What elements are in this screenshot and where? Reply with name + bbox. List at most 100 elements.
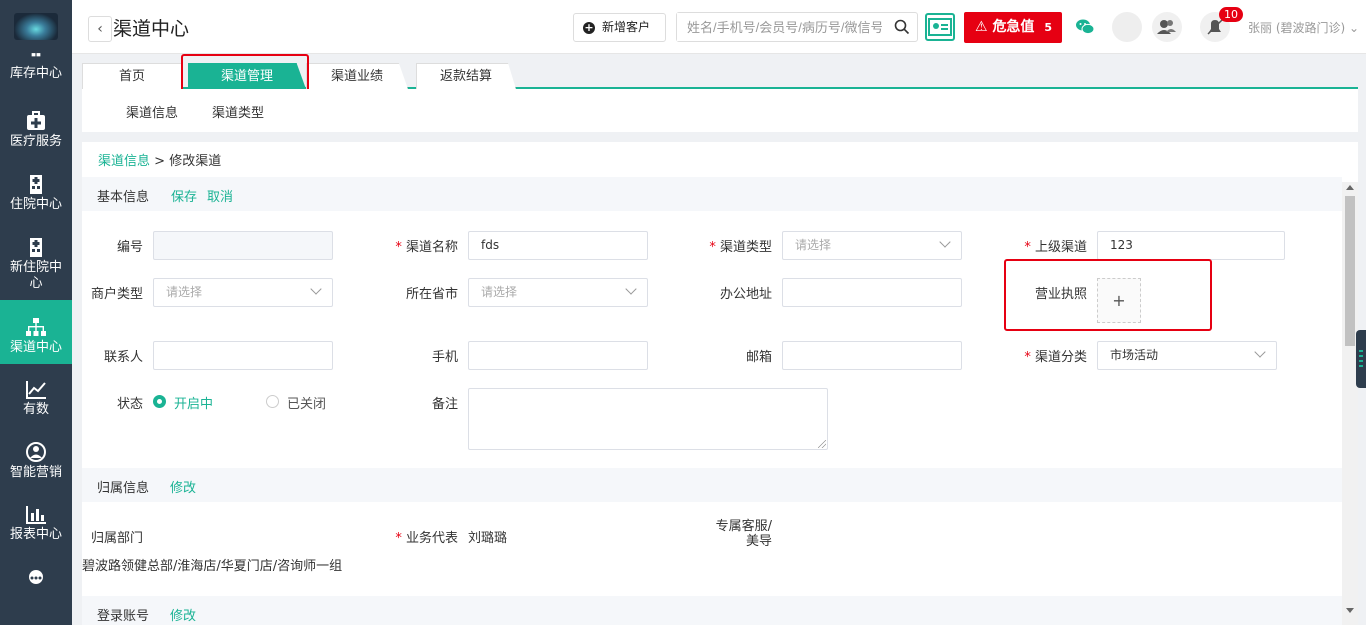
search-input[interactable] <box>677 13 882 41</box>
report-icon <box>26 506 46 524</box>
danger-value-button[interactable]: ⚠ 危急值 5 <box>964 12 1062 43</box>
scroll-down-icon[interactable] <box>1346 608 1354 613</box>
sidebar-item-label: 智能营销 <box>9 465 62 480</box>
inventory-icon <box>31 53 41 57</box>
medical-kit-icon <box>27 111 45 130</box>
status-off-label[interactable]: 已关闭 <box>287 393 326 412</box>
search-icon[interactable] <box>894 19 910 35</box>
subnav-channel-type[interactable]: 渠道类型 <box>212 102 264 121</box>
sidebar-item-report[interactable]: 报表中心 <box>0 503 72 565</box>
province-placeholder: 请选择 <box>481 285 518 299</box>
service-label-line-2: 美导 <box>745 534 772 549</box>
breadcrumb-link[interactable]: 渠道信息 <box>98 154 150 169</box>
status-on-label[interactable]: 开启中 <box>174 393 213 412</box>
top-bar: ‹ 渠道中心 + 新增客户 ⚠ 危急值 5 10 张丽 (碧波路门诊) ⌄ <box>72 0 1366 54</box>
section-title: 基本信息 <box>97 190 150 205</box>
sidebar-item-label: 有数 <box>22 402 49 417</box>
remark-label: 备注 <box>431 397 458 412</box>
hospital-icon <box>30 175 42 194</box>
channel-category-label: 渠道分类 <box>1012 346 1087 365</box>
resize-handle-icon[interactable] <box>818 440 826 448</box>
back-button[interactable]: ‹ <box>88 16 112 42</box>
subnav-channel-info[interactable]: 渠道信息 <box>126 102 178 121</box>
sidebar-item-marketing[interactable]: 智能营销 <box>0 441 72 503</box>
section-belong-header: 归属信息 修改 <box>82 468 1342 502</box>
breadcrumb-separator: > <box>154 154 166 169</box>
parent-channel-value: 123 <box>1110 238 1133 252</box>
sidebar-item-inpatient[interactable]: 住院中心 <box>0 173 72 235</box>
login-edit-button[interactable]: 修改 <box>170 605 196 624</box>
user-name: 张丽 (碧波路门诊) <box>1248 21 1346 35</box>
cancel-button[interactable]: 取消 <box>207 186 233 205</box>
merchant-type-placeholder: 请选择 <box>166 285 203 299</box>
merchant-type-label: 商户类型 <box>90 287 143 302</box>
sidebar-item-channel[interactable]: 渠道中心 <box>0 300 72 364</box>
id-card-button[interactable] <box>925 13 955 41</box>
save-button[interactable]: 保存 <box>171 186 197 205</box>
danger-label: 危急值 <box>992 19 1035 35</box>
email-input[interactable] <box>782 341 962 370</box>
sidebar-item-medical[interactable]: 医疗服务 <box>0 110 72 172</box>
scrollbar-thumb[interactable] <box>1345 196 1355 346</box>
new-hospital-icon <box>30 238 42 257</box>
service-label-line-1: 专属客服/ <box>715 519 772 534</box>
sidebar: 库存中心 医疗服务 住院中心 新住院中心 渠道中心 有数 智能营销 报表中心 <box>0 0 72 625</box>
trend-chart-icon <box>26 381 46 399</box>
avatar[interactable] <box>1112 12 1142 42</box>
sales-rep-value: 刘璐璐 <box>468 531 508 546</box>
section-login-header: 登录账号 修改 <box>82 596 1342 625</box>
new-customer-button[interactable]: + 新增客户 <box>573 13 666 42</box>
parent-channel-label: 上级渠道 <box>1012 236 1087 255</box>
new-customer-label: 新增客户 <box>602 20 651 34</box>
section-basic-header: 基本信息 保存 取消 <box>82 177 1342 211</box>
status-off-radio[interactable] <box>266 395 279 408</box>
remark-textarea[interactable] <box>468 388 828 450</box>
side-drawer-handle[interactable] <box>1356 330 1366 388</box>
chevron-down-icon <box>1254 346 1266 358</box>
page-title: 渠道中心 <box>113 18 190 40</box>
parent-channel-input[interactable]: 123 <box>1097 231 1285 260</box>
channel-category-select[interactable]: 市场活动 <box>1097 341 1277 370</box>
channel-name-value: fds <box>481 238 500 252</box>
sidebar-item-youshu[interactable]: 有数 <box>0 378 72 440</box>
tab-rebate-settlement[interactable]: 返款结算 <box>416 63 516 89</box>
notification-badge: 10 <box>1219 7 1243 22</box>
tab-home[interactable]: 首页 <box>82 63 182 89</box>
sidebar-item-label: 住院中心 <box>9 197 62 212</box>
contact-input[interactable] <box>153 341 333 370</box>
code-field <box>153 231 333 260</box>
merchant-type-select[interactable]: 请选择 <box>153 278 333 307</box>
channel-type-label: 渠道类型 <box>698 236 772 255</box>
department-label: 归属部门 <box>90 531 143 546</box>
vertical-scrollbar[interactable] <box>1342 182 1358 625</box>
province-select[interactable]: 请选择 <box>468 278 648 307</box>
belong-edit-button[interactable]: 修改 <box>170 477 196 496</box>
chevron-down-icon <box>310 283 322 295</box>
group-button[interactable] <box>1152 12 1182 42</box>
wechat-icon[interactable] <box>1075 18 1095 36</box>
channel-name-input[interactable]: fds <box>468 231 648 260</box>
dedicated-service-label: 专属客服/美导 <box>698 519 772 549</box>
tab-channel-performance[interactable]: 渠道业绩 <box>306 63 408 89</box>
channel-type-select[interactable]: 请选择 <box>782 231 962 260</box>
app-logo[interactable] <box>14 13 58 40</box>
office-address-input[interactable] <box>782 278 962 307</box>
sidebar-item-label: 渠道中心 <box>9 340 62 355</box>
sidebar-item-label: 医疗服务 <box>9 134 62 149</box>
sidebar-item-more[interactable] <box>0 566 72 596</box>
sidebar-item-new-inpatient[interactable]: 新住院中心 <box>0 236 72 298</box>
status-on-radio[interactable] <box>153 395 166 408</box>
sidebar-item-label: 新住院中心 <box>9 260 62 291</box>
sidebar-item-inventory[interactable]: 库存中心 <box>0 52 72 92</box>
section-title: 登录账号 <box>97 609 150 624</box>
scroll-up-icon[interactable] <box>1346 185 1354 190</box>
email-label: 邮箱 <box>745 350 772 365</box>
user-menu[interactable]: 张丽 (碧波路门诊) ⌄ <box>1248 19 1359 36</box>
sales-rep-label: 业务代表 <box>382 527 458 546</box>
code-label: 编号 <box>116 240 143 255</box>
breadcrumb: 渠道信息 > 修改渠道 <box>98 150 221 169</box>
global-search <box>676 12 918 42</box>
mobile-input[interactable] <box>468 341 648 370</box>
marketing-icon <box>26 442 46 462</box>
chevron-down-icon <box>625 283 637 295</box>
